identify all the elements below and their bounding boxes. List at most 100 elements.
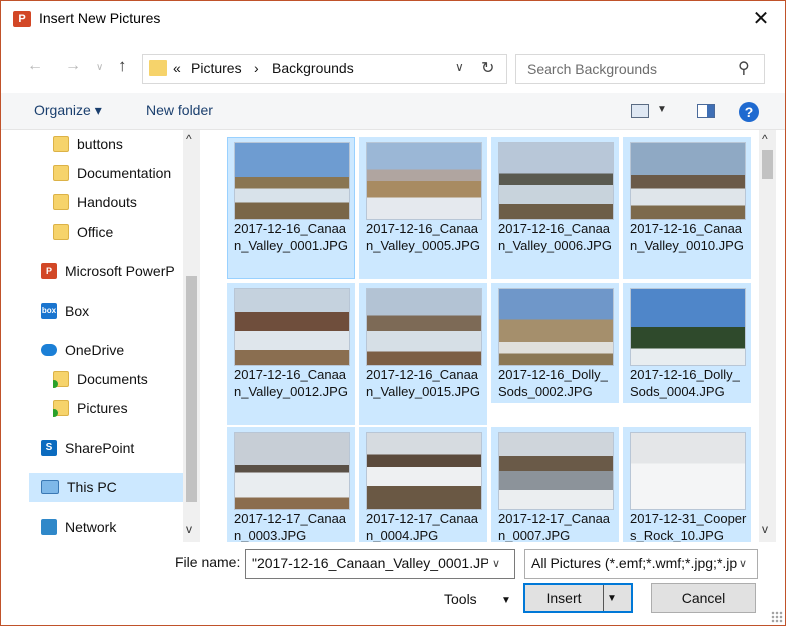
navigation-pane: buttons Documentation Handouts Office PM…: [11, 130, 201, 542]
file-name-field[interactable]: "2017-12-16_Canaan_Valley_0001.JPG" "201…: [245, 549, 515, 579]
file-name: 2017-12-16_Canaan_Valley_0001.JPG: [234, 221, 348, 253]
file-name: 2017-12-16_Dolly_Sods_0004.JPG: [630, 367, 740, 399]
file-name: 2017-12-17_Canaan_0004.JPG: [366, 511, 479, 542]
file-tile[interactable]: 2017-12-16_Canaan_Valley_0010.JPG: [623, 137, 751, 279]
folder-icon: [53, 194, 69, 211]
image-thumbnail: [630, 432, 746, 510]
nav-item-onedrive[interactable]: OneDrive: [41, 336, 183, 365]
file-tile[interactable]: 2017-12-16_Dolly_Sods_0002.JPG: [491, 283, 619, 403]
tools-button[interactable]: Tools: [444, 591, 477, 607]
file-name: 2017-12-16_Canaan_Valley_0010.JPG: [630, 221, 744, 253]
folder-icon: [53, 136, 69, 153]
image-thumbnail: [234, 288, 350, 366]
tools-dropdown-icon[interactable]: ▼: [501, 595, 511, 606]
file-tile[interactable]: 2017-12-16_Canaan_Valley_0005.JPG: [359, 137, 487, 279]
address-prefix[interactable]: «: [173, 60, 181, 76]
powerpoint-icon: P: [41, 263, 57, 280]
file-type-dropdown-icon[interactable]: ∨: [739, 557, 747, 570]
file-name-dropdown-icon[interactable]: ∨: [492, 557, 500, 570]
nav-item-sharepoint[interactable]: S SharePoint: [41, 434, 183, 463]
nav-item-label: OneDrive: [65, 342, 125, 358]
file-tile[interactable]: 2017-12-16_Canaan_Valley_0001.JPG: [227, 137, 355, 279]
nav-item-documents[interactable]: Documents: [53, 365, 191, 394]
nav-item-label: Network: [65, 519, 117, 535]
insert-button-label: Insert: [546, 590, 582, 606]
nav-item-buttons[interactable]: buttons: [53, 130, 191, 159]
new-folder-button[interactable]: New folder: [146, 102, 213, 118]
scroll-down-icon[interactable]: v: [762, 522, 768, 536]
file-name-value[interactable]: "2017-12-16_Canaan_Valley_0001.JPG" "201…: [252, 555, 488, 571]
file-tile[interactable]: 2017-12-17_Canaan_0004.JPG: [359, 427, 487, 542]
file-tile[interactable]: 2017-12-16_Canaan_Valley_0012.JPG: [227, 283, 355, 425]
file-tile[interactable]: 2017-12-16_Canaan_Valley_0006.JPG: [491, 137, 619, 279]
image-thumbnail: [498, 142, 614, 220]
file-name: 2017-12-16_Canaan_Valley_0012.JPG: [234, 367, 348, 399]
folder-synced-icon: [53, 400, 69, 418]
folder-synced-icon: [53, 371, 69, 389]
search-icon[interactable]: ⚲: [738, 58, 750, 78]
file-name: 2017-12-17_Canaan_0007.JPG: [498, 511, 611, 542]
nav-item-label: Office: [77, 224, 114, 240]
image-thumbnail: [366, 432, 482, 510]
image-thumbnail: [234, 142, 350, 220]
nav-item-label: buttons: [77, 136, 123, 152]
insert-button[interactable]: Insert ▼: [523, 583, 633, 613]
file-name-label: File name:: [175, 554, 241, 570]
nav-item-handouts[interactable]: Handouts: [53, 188, 191, 217]
image-thumbnail: [366, 142, 482, 220]
grid-scroll-thumb[interactable]: [762, 150, 773, 179]
computer-icon: [41, 480, 59, 495]
view-options-dropdown-icon[interactable]: ▼: [657, 104, 667, 115]
address-dropdown-icon[interactable]: ∨: [455, 60, 464, 74]
scroll-down-icon[interactable]: v: [186, 522, 192, 536]
file-tile[interactable]: 2017-12-16_Dolly_Sods_0004.JPG: [623, 283, 751, 403]
sharepoint-icon: S: [41, 440, 57, 457]
file-tile[interactable]: 2017-12-17_Canaan_0003.JPG: [227, 427, 355, 542]
recent-locations-icon[interactable]: ∨: [96, 62, 103, 73]
search-box[interactable]: Search Backgrounds ⚲: [515, 54, 765, 84]
nav-item-network[interactable]: Network: [41, 513, 183, 542]
file-tile[interactable]: 2017-12-31_Coopers_Rock_10.JPG: [623, 427, 751, 542]
sync-status-icon: [53, 380, 58, 389]
insert-options-split[interactable]: ▼: [603, 585, 620, 611]
resize-grip-icon[interactable]: [771, 611, 783, 623]
breadcrumb-backgrounds[interactable]: Backgrounds: [272, 60, 354, 76]
file-name: 2017-12-16_Canaan_Valley_0005.JPG: [366, 221, 480, 253]
scroll-up-icon[interactable]: ^: [186, 132, 192, 146]
file-type-filter[interactable]: All Pictures (*.emf;*.wmf;*.jpg;*.jpeg;*…: [524, 549, 758, 579]
back-arrow-icon[interactable]: ←: [27, 57, 43, 75]
up-arrow-icon[interactable]: ↑: [118, 56, 127, 76]
file-name: 2017-12-16_Canaan_Valley_0006.JPG: [498, 221, 612, 253]
file-tile[interactable]: 2017-12-16_Canaan_Valley_0015.JPG: [359, 283, 487, 425]
breadcrumb-pictures[interactable]: Pictures: [191, 60, 242, 76]
nav-item-powerpoint[interactable]: P Microsoft PowerP: [41, 257, 183, 286]
preview-pane-icon[interactable]: [697, 104, 715, 118]
nav-item-label: This PC: [67, 479, 117, 495]
dialog-title: Insert New Pictures: [39, 10, 161, 26]
close-button[interactable]: ✕: [743, 5, 779, 33]
cancel-button[interactable]: Cancel: [651, 583, 756, 613]
insert-options-dropdown-icon[interactable]: ▼: [607, 586, 617, 612]
search-input[interactable]: Search Backgrounds: [527, 61, 657, 77]
image-thumbnail: [630, 288, 746, 366]
nav-scrollbar[interactable]: ^ v: [183, 130, 200, 542]
nav-item-office[interactable]: Office: [53, 218, 191, 247]
nav-item-pictures[interactable]: Pictures: [53, 394, 191, 423]
folder-icon: [53, 224, 69, 241]
scroll-up-icon[interactable]: ^: [762, 132, 768, 146]
forward-arrow-icon[interactable]: →: [65, 57, 81, 75]
address-bar[interactable]: « Pictures › Backgrounds ∨ ↻: [142, 54, 507, 84]
nav-item-this-pc[interactable]: This PC: [29, 473, 183, 502]
nav-item-documentation[interactable]: Documentation: [53, 159, 191, 188]
insert-pictures-dialog: P Insert New Pictures ✕ ← → ∨ ↑ « Pictur…: [0, 0, 786, 626]
nav-item-box[interactable]: box Box: [41, 297, 183, 326]
change-view-icon[interactable]: [631, 104, 649, 118]
refresh-icon[interactable]: ↻: [481, 58, 494, 78]
organize-button[interactable]: Organize ▾: [34, 102, 102, 119]
file-type-value[interactable]: All Pictures (*.emf;*.wmf;*.jpg;*.jpeg;*…: [531, 555, 737, 571]
file-tile[interactable]: 2017-12-17_Canaan_0007.JPG: [491, 427, 619, 542]
nav-scroll-thumb[interactable]: [186, 276, 197, 502]
help-icon[interactable]: ?: [739, 102, 759, 122]
image-thumbnail: [630, 142, 746, 220]
grid-scrollbar[interactable]: ^ v: [759, 130, 776, 542]
